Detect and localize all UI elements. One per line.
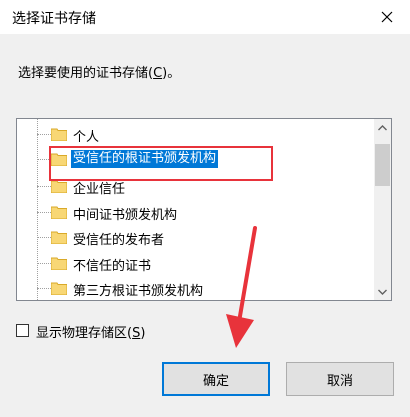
tree-item-label: 不信任的证书 bbox=[73, 259, 152, 274]
tree-connector bbox=[37, 263, 51, 264]
tree-connector bbox=[37, 134, 51, 135]
tree-connector bbox=[37, 186, 51, 187]
folder-icon bbox=[51, 257, 67, 270]
annotation-arrow-icon bbox=[226, 226, 257, 348]
folder-icon bbox=[51, 180, 67, 193]
tree-item-label: 受信任的发布者 bbox=[73, 233, 165, 248]
tree-item-untrusted[interactable]: 不信任的证书 bbox=[17, 252, 373, 274]
folder-icon bbox=[51, 231, 67, 244]
checkbox-label: 显示物理存储区(S) bbox=[36, 322, 145, 341]
cancel-button[interactable]: 取消 bbox=[286, 362, 394, 396]
ok-button[interactable]: 确定 bbox=[162, 362, 270, 396]
tree-item-intermediate-ca[interactable]: 中间证书颁发机构 bbox=[17, 201, 373, 223]
scroll-thumb[interactable] bbox=[375, 144, 390, 186]
tree-item-label: 中间证书颁发机构 bbox=[73, 208, 178, 223]
chevron-down-icon bbox=[378, 289, 387, 295]
checkbox-text: 显示物理存储区( bbox=[36, 326, 133, 341]
close-icon bbox=[381, 11, 393, 23]
tree-item-label: 个人 bbox=[73, 130, 100, 145]
scroll-up-button[interactable] bbox=[374, 119, 391, 136]
prompt-text: 选择要使用的证书存储( bbox=[18, 66, 154, 81]
tree-connector bbox=[37, 212, 51, 213]
prompt-suffix: )。 bbox=[162, 66, 181, 81]
folder-icon bbox=[51, 282, 67, 295]
folder-icon bbox=[51, 206, 67, 219]
window-title: 选择证书存储 bbox=[12, 11, 96, 27]
store-prompt: 选择要使用的证书存储(C)。 bbox=[18, 62, 180, 81]
scroll-down-button[interactable] bbox=[374, 283, 391, 300]
tree-item-third-party-root[interactable]: 第三方根证书颁发机构 bbox=[17, 277, 373, 299]
tree-item-personal[interactable]: 个人 bbox=[17, 123, 373, 145]
title-bar: 选择证书存储 bbox=[0, 0, 410, 34]
vertical-scrollbar[interactable] bbox=[374, 119, 391, 300]
annotation-highlight-box bbox=[49, 146, 273, 181]
folder-icon bbox=[51, 128, 67, 141]
tree-item-label: 第三方根证书颁发机构 bbox=[73, 284, 204, 299]
tree-item-trusted-publishers[interactable]: 受信任的发布者 bbox=[17, 226, 373, 248]
tree-connector bbox=[37, 288, 51, 289]
chevron-up-icon bbox=[378, 124, 387, 130]
close-button[interactable] bbox=[364, 0, 410, 34]
show-physical-stores-checkbox[interactable] bbox=[16, 324, 29, 337]
tree-connector bbox=[37, 237, 51, 238]
checkbox-suffix: ) bbox=[140, 326, 146, 341]
prompt-accel: C bbox=[153, 66, 163, 81]
